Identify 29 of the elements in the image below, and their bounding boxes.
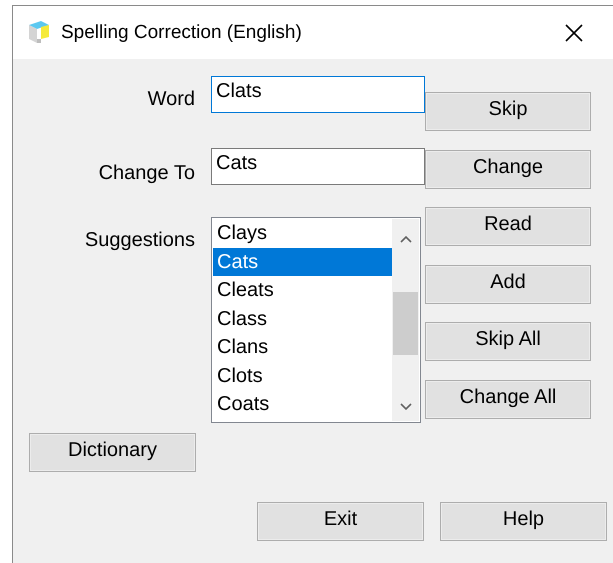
scroll-up-icon[interactable]	[400, 235, 412, 243]
close-icon[interactable]	[565, 24, 583, 42]
window-title: Spelling Correction (English)	[61, 22, 302, 44]
list-item[interactable]: Clans	[213, 333, 392, 362]
field-label: Word	[146, 87, 195, 112]
list-item[interactable]: Class	[213, 304, 392, 333]
scroll-down-icon[interactable]	[400, 403, 412, 411]
dialog-button[interactable]: Help	[440, 502, 607, 541]
app-icon	[27, 20, 51, 44]
action-button[interactable]: Read	[425, 207, 591, 246]
scroll-thumb[interactable]	[393, 292, 418, 354]
action-button[interactable]: Skip All	[425, 322, 591, 361]
action-button[interactable]: Change All	[425, 380, 591, 418]
field-label: Change To	[98, 161, 195, 185]
list-item[interactable]: Cats	[213, 248, 392, 276]
action-button[interactable]: Change	[425, 150, 591, 188]
list-item[interactable]: Cleats	[213, 276, 392, 304]
field-label: Suggestions	[84, 228, 195, 253]
dialog-button[interactable]: Exit	[257, 502, 424, 541]
list-item[interactable]: Clays	[213, 219, 392, 248]
scrollbar[interactable]	[392, 219, 419, 421]
text-field[interactable]: Clats	[211, 76, 425, 113]
action-button[interactable]: Skip	[425, 92, 591, 131]
text-field[interactable]: Cats	[211, 148, 425, 185]
action-button[interactable]: Add	[425, 264, 591, 304]
list-item[interactable]: Clots	[213, 362, 392, 390]
list-item[interactable]: Coats	[213, 390, 392, 418]
suggestions-list[interactable]: Clays Cats Cleats Class Clans Clots Coats	[211, 217, 421, 423]
dictionary-button[interactable]: Dictionary	[29, 433, 196, 472]
